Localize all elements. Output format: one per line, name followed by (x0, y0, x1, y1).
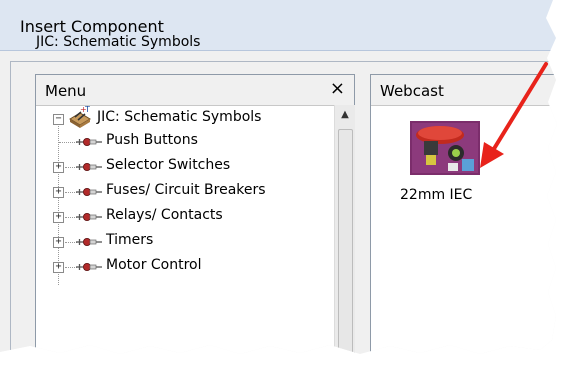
webcast-title: Webcast (380, 82, 444, 100)
scroll-up-arrow-icon[interactable]: ▲ (335, 105, 355, 125)
thumbnail-label: 22mm IEC (400, 187, 473, 203)
tree-item-label: Timers (106, 232, 154, 248)
menu-scrollbar[interactable]: ▲ (334, 105, 355, 354)
tree-item-relays-contacts[interactable]: + Relays/ Contacts (36, 207, 334, 227)
push-button-thumbnail-icon[interactable] (410, 121, 480, 175)
expand-icon[interactable]: + (53, 212, 64, 223)
collapse-icon[interactable]: − (53, 114, 64, 125)
tree-item-selector-switches[interactable]: + Selector Switches (36, 157, 334, 177)
tree-root-label: JIC: Schematic Symbols (97, 109, 262, 125)
tree-item-label: Selector Switches (106, 157, 231, 173)
menu-header: Menu × (36, 75, 354, 106)
expand-icon[interactable]: + (53, 162, 64, 173)
scrollbar-thumb[interactable] (338, 129, 353, 354)
component-icon (76, 213, 102, 221)
tree-item-fuses-circuit-breakers[interactable]: + Fuses/ Circuit Breakers (36, 182, 334, 202)
tree-item-label: Fuses/ Circuit Breakers (106, 182, 266, 198)
tree-item-motor-control[interactable]: + Motor Control (36, 257, 334, 277)
menu-title: Menu (45, 82, 87, 100)
svg-text:T: T (84, 105, 90, 114)
component-icon (76, 238, 102, 246)
component-icon (76, 138, 102, 146)
close-icon[interactable]: × (330, 78, 345, 99)
tree-item-label: Relays/ Contacts (106, 207, 223, 223)
insert-component-dialog: Insert Component JIC: Schematic Symbols … (0, 0, 557, 354)
menu-tree: − + T JIC: Schematic Symbols Push Button… (36, 105, 334, 354)
tree-item-label: Push Buttons (106, 132, 198, 148)
webcast-panel: Webcast 22mm IEC (370, 74, 557, 354)
menu-panel: Menu × − + T JIC: Schematic Symbols Push… (35, 74, 355, 354)
component-icon (76, 263, 102, 271)
component-icon (76, 163, 102, 171)
expand-icon[interactable]: + (53, 187, 64, 198)
expand-icon[interactable]: + (53, 237, 64, 248)
tree-root-item[interactable]: − + T JIC: Schematic Symbols (36, 105, 334, 129)
schematic-library-icon: + T (69, 105, 91, 128)
webcast-header: Webcast (371, 75, 557, 106)
library-path-label: JIC: Schematic Symbols (36, 34, 201, 50)
component-icon (76, 188, 102, 196)
expand-icon[interactable]: + (53, 262, 64, 273)
tree-item-label: Motor Control (106, 257, 202, 273)
tree-item-push-buttons[interactable]: Push Buttons (36, 132, 334, 152)
tree-connector (59, 142, 77, 143)
tree-item-timers[interactable]: + Timers (36, 232, 334, 252)
